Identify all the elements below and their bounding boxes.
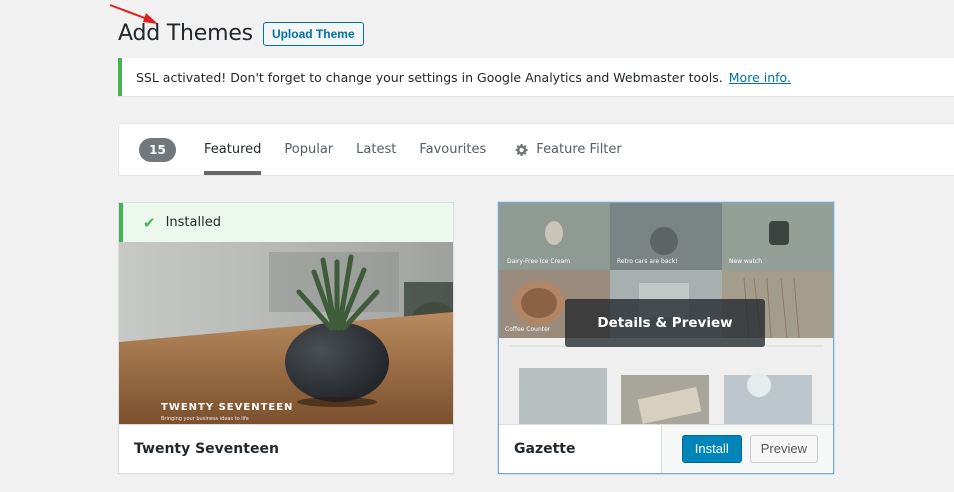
page-header: Add Themes Upload Theme <box>118 21 364 46</box>
preview-button[interactable]: Preview <box>749 435 818 463</box>
upload-theme-button[interactable]: Upload Theme <box>262 21 364 46</box>
theme-card-twenty-seventeen[interactable]: ✔ Installed TWENTY SEVENTEEN Bringing yo… <box>118 202 454 474</box>
checkmark-icon: ✔ <box>143 213 156 232</box>
ssl-notice: SSL activated! Don't forget to change yo… <box>118 58 954 96</box>
theme-screenshot[interactable]: Dairy-Free Ice Cream Retro cars are back… <box>499 203 833 426</box>
gear-icon <box>515 143 528 156</box>
more-info-link[interactable]: More info. <box>729 70 791 85</box>
theme-filter-bar: 15 Featured Popular Latest Favourites Fe… <box>118 123 954 176</box>
feature-filter-button[interactable]: Feature Filter <box>515 124 622 175</box>
tile-caption: Coffee Counter <box>505 326 551 333</box>
feature-filter-label: Feature Filter <box>536 142 622 157</box>
tab-favourites[interactable]: Favourites <box>419 124 486 175</box>
theme-screenshot[interactable]: TWENTY SEVENTEEN Bringing your business … <box>119 242 453 426</box>
installed-label: Installed <box>165 215 221 230</box>
theme-name: Twenty Seventeen <box>134 441 279 457</box>
theme-count-badge: 15 <box>139 137 176 162</box>
screenshot-theme-tagline: Bringing your business ideas to life <box>161 416 249 422</box>
page-title: Add Themes <box>118 21 253 46</box>
screenshot-theme-title: TWENTY SEVENTEEN <box>161 402 293 413</box>
theme-name-bar: Twenty Seventeen <box>119 424 453 473</box>
tab-featured[interactable]: Featured <box>204 124 262 175</box>
tile-caption: New watch <box>729 258 762 265</box>
tile-caption: Dairy-Free Ice Cream <box>507 258 570 265</box>
details-preview-overlay[interactable]: Details & Preview <box>565 299 765 347</box>
notice-message: SSL activated! Don't forget to change yo… <box>136 69 723 85</box>
tab-latest[interactable]: Latest <box>356 124 396 175</box>
installed-notice: ✔ Installed <box>119 203 453 242</box>
twenty-seventeen-screenshot-image: TWENTY SEVENTEEN Bringing your business … <box>119 242 453 426</box>
theme-actions: Install Preview <box>661 425 833 473</box>
theme-name: Gazette <box>514 441 576 457</box>
tab-popular[interactable]: Popular <box>284 124 333 175</box>
theme-card-gazette[interactable]: Dairy-Free Ice Cream Retro cars are back… <box>498 202 834 474</box>
theme-name-bar: Gazette Install Preview <box>499 424 833 473</box>
tile-caption: Retro cars are back! <box>617 258 678 265</box>
install-button[interactable]: Install <box>681 435 742 463</box>
add-themes-page: Add Themes Upload Theme SSL activated! D… <box>0 0 954 492</box>
